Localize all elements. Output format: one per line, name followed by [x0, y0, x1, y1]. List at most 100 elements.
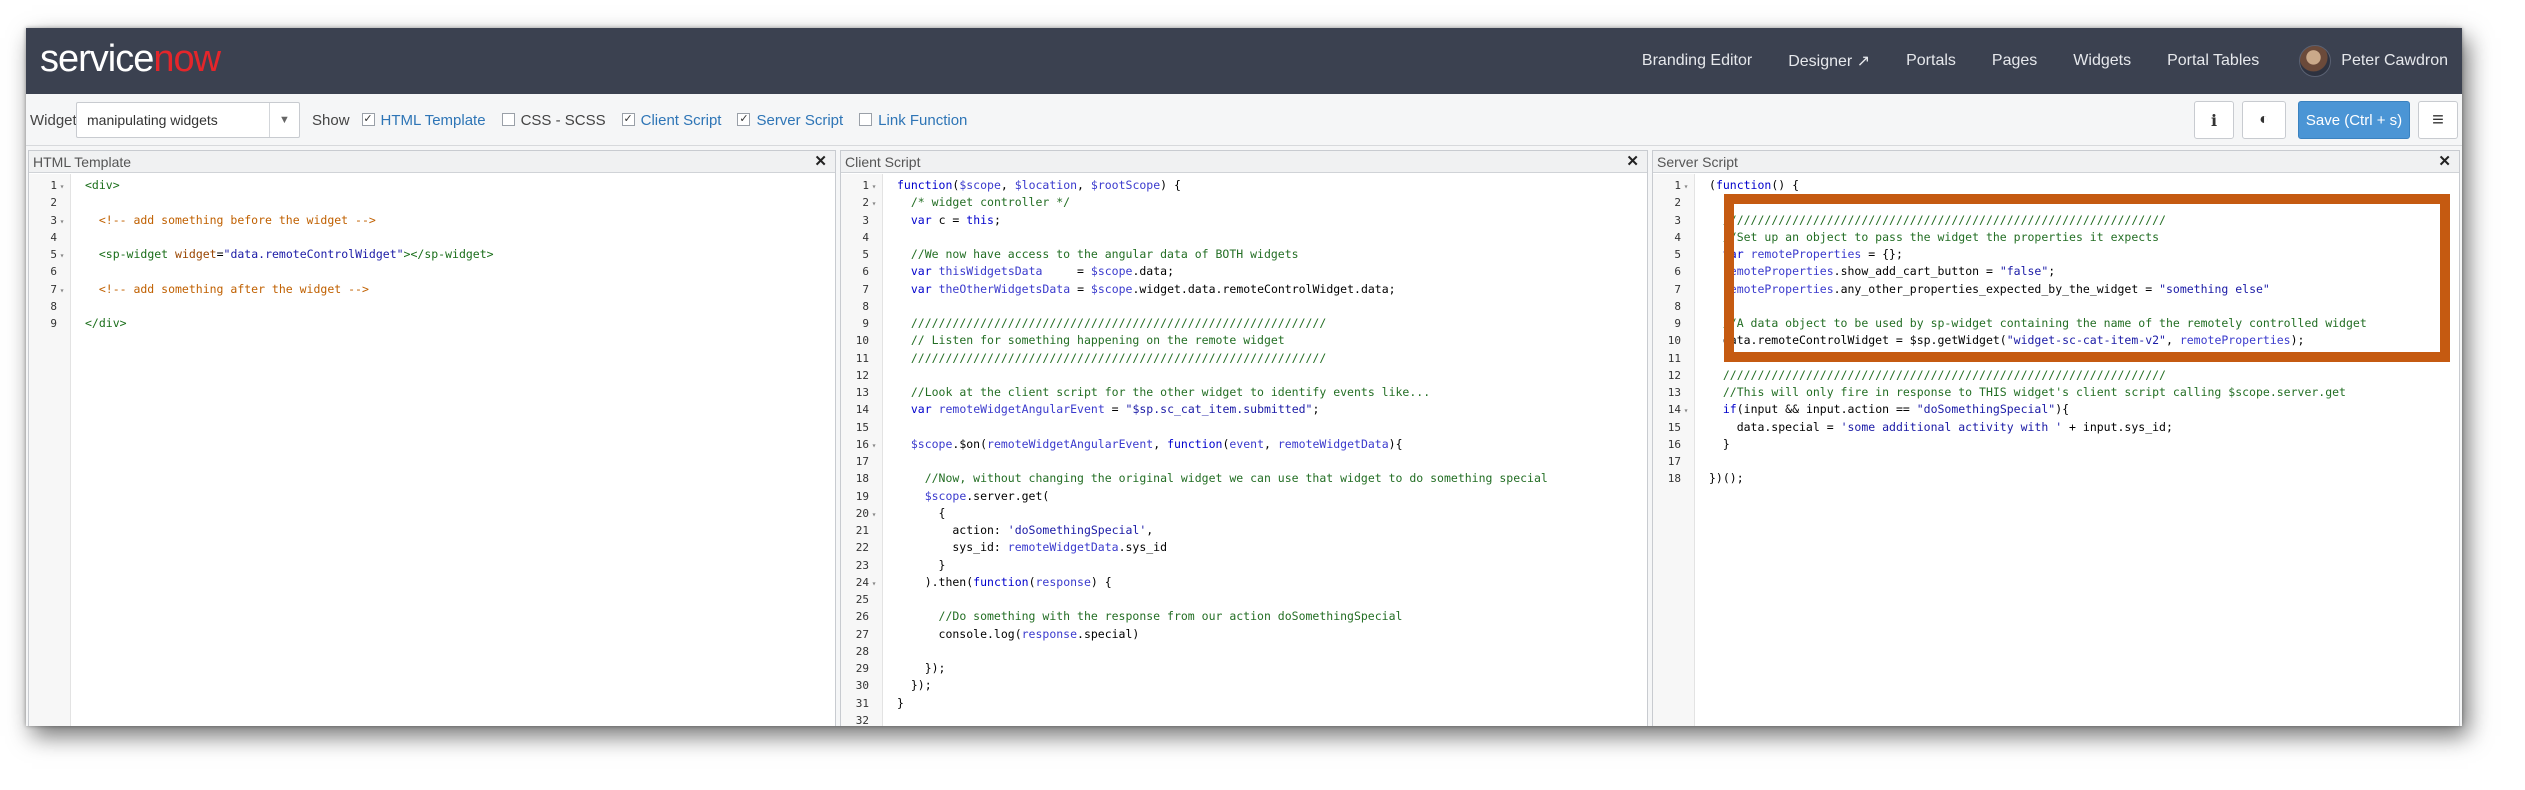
- code-lines[interactable]: 1 ▾ function($scope, $location, $rootScope…: [841, 177, 1647, 726]
- code-text[interactable]: //This will only fire in response to THI…: [1709, 384, 2346, 401]
- code-line[interactable]: 13 //This will only fire in response to …: [1653, 384, 2459, 401]
- code-text[interactable]: function($scope, $location, $rootScope) …: [897, 177, 1181, 194]
- code-line[interactable]: 18 //Now, without changing the original …: [841, 470, 1647, 487]
- chevron-down-icon[interactable]: ▼: [269, 103, 299, 137]
- code-line[interactable]: 26 //Do something with the response from…: [841, 608, 1647, 625]
- code-text[interactable]: console.log(response.special): [897, 626, 1140, 643]
- preview-toggle-button[interactable]: ◐: [2242, 101, 2286, 139]
- code-editor[interactable]: 1 ▾ function($scope, $location, $rootScope…: [841, 174, 1647, 726]
- code-line[interactable]: 9 //////////////////////////////////////…: [841, 315, 1647, 332]
- menu-button[interactable]: ≡: [2418, 101, 2458, 139]
- code-text[interactable]: //Now, without changing the original wid…: [897, 470, 1548, 487]
- fold-toggle-icon[interactable]: ▾: [57, 247, 67, 264]
- code-text[interactable]: $scope.server.get(: [897, 488, 1050, 505]
- fold-toggle-icon[interactable]: ▾: [57, 213, 67, 230]
- fold-toggle-icon[interactable]: ▾: [869, 506, 879, 523]
- code-text[interactable]: }: [897, 695, 904, 712]
- code-line[interactable]: 20 ▾ {: [841, 505, 1647, 522]
- code-line[interactable]: 8: [29, 298, 835, 315]
- code-text[interactable]: $scope.$on(remoteWidgetAngularEvent, fun…: [897, 436, 1403, 453]
- code-line[interactable]: 4: [29, 229, 835, 246]
- code-text[interactable]: //A data object to be used by sp-widget …: [1709, 315, 2367, 332]
- code-line[interactable]: 16 ▾ $scope.$on(remoteWidgetAngularEvent,…: [841, 436, 1647, 453]
- nav-designer[interactable]: Designer ↗: [1788, 51, 1870, 71]
- code-line[interactable]: 6 remoteProperties.show_add_cart_button …: [1653, 263, 2459, 280]
- code-line[interactable]: 27 console.log(response.special): [841, 626, 1647, 643]
- code-text[interactable]: sys_id: remoteWidgetData.sys_id: [897, 539, 1167, 556]
- code-line[interactable]: 23 }: [841, 557, 1647, 574]
- code-line[interactable]: 17: [1653, 453, 2459, 470]
- code-text[interactable]: <!-- add something before the widget -->: [85, 212, 376, 229]
- code-line[interactable]: 6 var thisWidgetsData = $scope.data;: [841, 263, 1647, 280]
- code-line[interactable]: 11 /////////////////////////////////////…: [841, 350, 1647, 367]
- code-line[interactable]: 1 ▾ (function() {: [1653, 177, 2459, 194]
- code-text[interactable]: var c = this;: [897, 212, 1001, 229]
- code-line[interactable]: 19 $scope.server.get(: [841, 488, 1647, 505]
- client-script-checkbox-label[interactable]: Client Script: [641, 112, 722, 129]
- code-line[interactable]: 4: [841, 229, 1647, 246]
- code-line[interactable]: 1 ▾ function($scope, $location, $rootScope…: [841, 177, 1647, 194]
- code-line[interactable]: 12: [841, 367, 1647, 384]
- code-text[interactable]: data.special = 'some additional activity…: [1709, 419, 2173, 436]
- code-editor[interactable]: 1 ▾ (function() {2 3 //////////////////////…: [1653, 174, 2459, 726]
- nav-portals[interactable]: Portals: [1906, 52, 1956, 70]
- save-button[interactable]: Save (Ctrl + s): [2298, 101, 2410, 139]
- link-function-checkbox-label[interactable]: Link Function: [878, 112, 967, 129]
- fold-toggle-icon[interactable]: ▾: [57, 282, 67, 299]
- code-line[interactable]: 1 ▾ <div>: [29, 177, 835, 194]
- fold-toggle-icon[interactable]: ▾: [869, 437, 879, 454]
- code-line[interactable]: 10 // Listen for something happening on …: [841, 332, 1647, 349]
- code-line[interactable]: 6: [29, 263, 835, 280]
- code-text[interactable]: });: [897, 677, 932, 694]
- html-template-checkbox[interactable]: ✓: [361, 112, 375, 126]
- link-function-checkbox[interactable]: [859, 112, 873, 126]
- code-line[interactable]: 8: [1653, 298, 2459, 315]
- code-text[interactable]: data.remoteControlWidget = $sp.getWidget…: [1709, 332, 2305, 349]
- code-line[interactable]: 2: [1653, 194, 2459, 211]
- code-text[interactable]: <!-- add something after the widget -->: [85, 281, 369, 298]
- code-text[interactable]: //We now have access to the angular data…: [897, 246, 1299, 263]
- close-icon[interactable]: ✕: [2438, 151, 2451, 173]
- code-line[interactable]: 4 //Set up an object to pass the widget …: [1653, 229, 2459, 246]
- info-button[interactable]: i: [2194, 101, 2234, 139]
- servicenow-logo[interactable]: servicenow: [40, 38, 221, 81]
- css-scss-checkbox[interactable]: [501, 112, 515, 126]
- css-scss-checkbox-label[interactable]: CSS - SCSS: [521, 112, 606, 129]
- code-text[interactable]: var thisWidgetsData = $scope.data;: [897, 263, 1174, 280]
- code-line[interactable]: 7 ▾ <!-- add something after the widget -…: [29, 281, 835, 298]
- code-text[interactable]: ).then(function(response) {: [897, 574, 1112, 591]
- fold-toggle-icon[interactable]: ▾: [869, 178, 879, 195]
- nav-portal-tables[interactable]: Portal Tables: [2167, 52, 2259, 70]
- fold-toggle-icon[interactable]: ▾: [57, 178, 67, 195]
- code-text[interactable]: }: [1709, 436, 1730, 453]
- html-template-checkbox-label[interactable]: HTML Template: [381, 112, 486, 129]
- code-editor[interactable]: 1 ▾ <div> 2 3 ▾ <!-- add something before the…: [29, 174, 835, 726]
- widget-select[interactable]: manipulating widgets ▼: [76, 102, 300, 138]
- code-line[interactable]: 10 data.remoteControlWidget = $sp.getWid…: [1653, 332, 2459, 349]
- code-text[interactable]: {: [897, 505, 946, 522]
- code-line[interactable]: 30 });: [841, 677, 1647, 694]
- user-name[interactable]: Peter Cawdron: [2341, 52, 2448, 70]
- code-text[interactable]: var theOtherWidgetsData = $scope.widget.…: [897, 281, 1396, 298]
- code-text[interactable]: //Look at the client script for the othe…: [897, 384, 1430, 401]
- code-text[interactable]: ////////////////////////////////////////…: [1709, 367, 2166, 384]
- code-line[interactable]: 14 var remoteWidgetAngularEvent = "$sp.s…: [841, 401, 1647, 418]
- code-text[interactable]: // Listen for something happening on the…: [897, 332, 1285, 349]
- code-line[interactable]: 2: [29, 194, 835, 211]
- user-avatar[interactable]: [2299, 45, 2332, 77]
- code-line[interactable]: 25: [841, 591, 1647, 608]
- code-text[interactable]: var remoteProperties = {};: [1709, 246, 1903, 263]
- code-text[interactable]: (function() {: [1709, 177, 1799, 194]
- code-line[interactable]: 5 //We now have access to the angular da…: [841, 246, 1647, 263]
- code-text[interactable]: if(input && input.action == "doSomething…: [1709, 401, 2069, 418]
- code-text[interactable]: action: 'doSomethingSpecial',: [897, 522, 1153, 539]
- client-script-checkbox[interactable]: ✓: [621, 112, 635, 126]
- nav-widgets[interactable]: Widgets: [2073, 52, 2131, 70]
- code-line[interactable]: 15: [841, 419, 1647, 436]
- code-line[interactable]: 21 action: 'doSomethingSpecial',: [841, 522, 1647, 539]
- code-line[interactable]: 2 ▾ /* widget controller */: [841, 194, 1647, 211]
- code-text[interactable]: <div>: [85, 177, 120, 194]
- code-text[interactable]: ////////////////////////////////////////…: [1709, 212, 2166, 229]
- server-script-checkbox[interactable]: ✓: [737, 112, 751, 126]
- code-line[interactable]: 7 remoteProperties.any_other_properties_…: [1653, 281, 2459, 298]
